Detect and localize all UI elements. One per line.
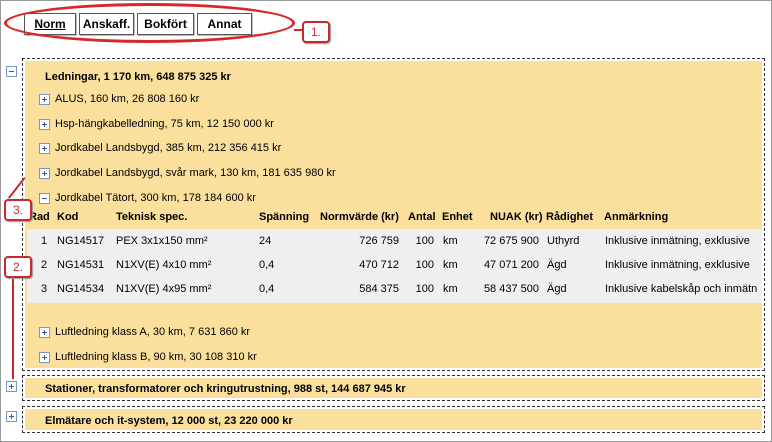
cell-enhet: km [443, 283, 458, 295]
cell-radighet: Ägd [547, 283, 567, 295]
cell-normvarde: 726 759 [359, 235, 399, 247]
tree-item-label: Hsp-hängkabelledning, 75 km, 12 150 000 … [55, 118, 274, 130]
col-header-rad[interactable]: Rad [29, 211, 50, 223]
tree-item-alus[interactable]: ALUS, 160 km, 26 808 160 kr [39, 92, 199, 106]
cell-nuak: 72 675 900 [483, 235, 539, 247]
cell-spanning: 0,4 [259, 283, 275, 295]
cell-nuak: 47 071 200 [483, 259, 539, 271]
expand-stationer-icon[interactable] [6, 381, 17, 392]
cell-anmarkning: Inklusive inmätning, exklusive [605, 235, 750, 247]
col-header-spec[interactable]: Teknisk spec. [116, 211, 187, 223]
cell-normvarde: 470 712 [359, 259, 399, 271]
callout-ellipse-tabs [4, 3, 295, 43]
callout-1-text: 1. [310, 25, 321, 39]
expand-plus-icon[interactable] [39, 351, 50, 363]
tree-item-jordkabel-svar-mark[interactable]: Jordkabel Landsbygd, svår mark, 130 km, … [39, 166, 336, 180]
cell-enhet: km [443, 235, 458, 247]
cell-kod: NG14531 [57, 259, 105, 271]
col-header-anmarkning[interactable]: Anmärkning [604, 211, 668, 223]
expand-plus-icon[interactable] [39, 93, 50, 105]
expand-elmatare-icon[interactable] [6, 411, 17, 422]
cell-radighet: Uthyrd [547, 235, 580, 247]
col-header-nuak[interactable]: NUAK (kr) [490, 211, 543, 223]
tree-item-label: Jordkabel Landsbygd, 385 km, 212 356 415… [55, 142, 282, 154]
col-header-spanning[interactable]: Spänning [259, 211, 309, 223]
group-stationer-panel: Stationer, transformatorer och kringutru… [25, 378, 762, 398]
tree-item-label: ALUS, 160 km, 26 808 160 kr [55, 93, 200, 105]
cell-spec: PEX 3x1x150 mm² [116, 235, 208, 247]
expand-plus-icon[interactable] [39, 326, 50, 338]
cell-antal: 100 [415, 283, 434, 295]
cell-antal: 100 [415, 235, 434, 247]
tree-item-label: Luftledning klass B, 90 km, 30 108 310 k… [55, 351, 257, 363]
group-stationer-title: Stationer, transformatorer och kringutru… [45, 383, 406, 395]
expand-plus-icon[interactable] [39, 167, 50, 179]
group-ledningar-panel: Ledningar, 1 170 km, 648 875 325 kr ALUS… [25, 61, 762, 368]
cell-normvarde: 584 375 [359, 283, 399, 295]
callout-3-text: 3. [12, 203, 23, 217]
group-elmatare-title: Elmätare och it-system, 12 000 st, 23 22… [45, 415, 293, 427]
col-header-radighet[interactable]: Rådighet [546, 211, 593, 223]
callout-1-badge: 1. [302, 21, 330, 43]
tree-item-luftledning-b[interactable]: Luftledning klass B, 90 km, 30 108 310 k… [39, 350, 257, 364]
cell-nuak: 58 437 500 [483, 283, 539, 295]
tree-item-label: Luftledning klass A, 30 km, 7 631 860 kr [55, 326, 251, 338]
cell-spec: N1XV(E) 4x95 mm² [116, 283, 212, 295]
tree-item-luftledning-a[interactable]: Luftledning klass A, 30 km, 7 631 860 kr [39, 325, 250, 339]
callout-2-text: 2. [12, 260, 23, 274]
tree-item-hsp[interactable]: Hsp-hängkabelledning, 75 km, 12 150 000 … [39, 117, 274, 131]
cell-spanning: 0,4 [259, 259, 275, 271]
cell-anmarkning: Inklusive kabelskåp och inmätn [605, 283, 758, 295]
cell-enhet: km [443, 259, 458, 271]
cell-rad: 2 [41, 259, 48, 271]
group-ledningar: Ledningar, 1 170 km, 648 875 325 kr ALUS… [22, 58, 765, 371]
cell-spanning: 24 [259, 235, 272, 247]
tree-item-jordkabel-landsbygd[interactable]: Jordkabel Landsbygd, 385 km, 212 356 415… [39, 141, 281, 155]
callout-3-badge: 3. [4, 199, 32, 221]
group-elmatare-panel: Elmätare och it-system, 12 000 st, 23 22… [25, 409, 762, 430]
cell-kod: NG14517 [57, 235, 105, 247]
cell-rad: 1 [41, 235, 48, 247]
cell-radighet: Ägd [547, 259, 567, 271]
table-body: 1 NG14517 PEX 3x1x150 mm² 24 726 759 100… [27, 229, 762, 303]
group-ledningar-title: Ledningar, 1 170 km, 648 875 325 kr [45, 71, 231, 83]
collapse-minus-icon[interactable] [39, 192, 50, 204]
expand-plus-icon[interactable] [39, 142, 50, 154]
cell-anmarkning: Inklusive inmätning, exklusive [605, 259, 750, 271]
col-header-enhet[interactable]: Enhet [442, 211, 473, 223]
callout-2-line [12, 279, 14, 379]
group-stationer: Stationer, transformatorer och kringutru… [22, 375, 765, 401]
collapse-ledningar-icon[interactable] [6, 66, 17, 77]
tree-item-label: Jordkabel Landsbygd, svår mark, 130 km, … [55, 167, 336, 179]
cell-antal: 100 [415, 259, 434, 271]
table-header: Rad Kod Teknisk spec. Spänning Normvärde… [27, 205, 762, 229]
group-elmatare: Elmätare och it-system, 12 000 st, 23 22… [22, 406, 765, 433]
tree-item-jordkabel-tatort[interactable]: Jordkabel Tätort, 300 km, 178 184 600 kr [39, 191, 256, 205]
cell-spec: N1XV(E) 4x10 mm² [116, 259, 212, 271]
cell-kod: NG14534 [57, 283, 105, 295]
col-header-antal[interactable]: Antal [408, 211, 436, 223]
tree-item-label: Jordkabel Tätort, 300 km, 178 184 600 kr [55, 192, 256, 204]
callout-2-badge: 2. [4, 256, 32, 278]
col-header-kod[interactable]: Kod [57, 211, 78, 223]
expand-plus-icon[interactable] [39, 118, 50, 130]
cell-rad: 3 [41, 283, 48, 295]
col-header-normvarde[interactable]: Normvärde (kr) [320, 211, 399, 223]
